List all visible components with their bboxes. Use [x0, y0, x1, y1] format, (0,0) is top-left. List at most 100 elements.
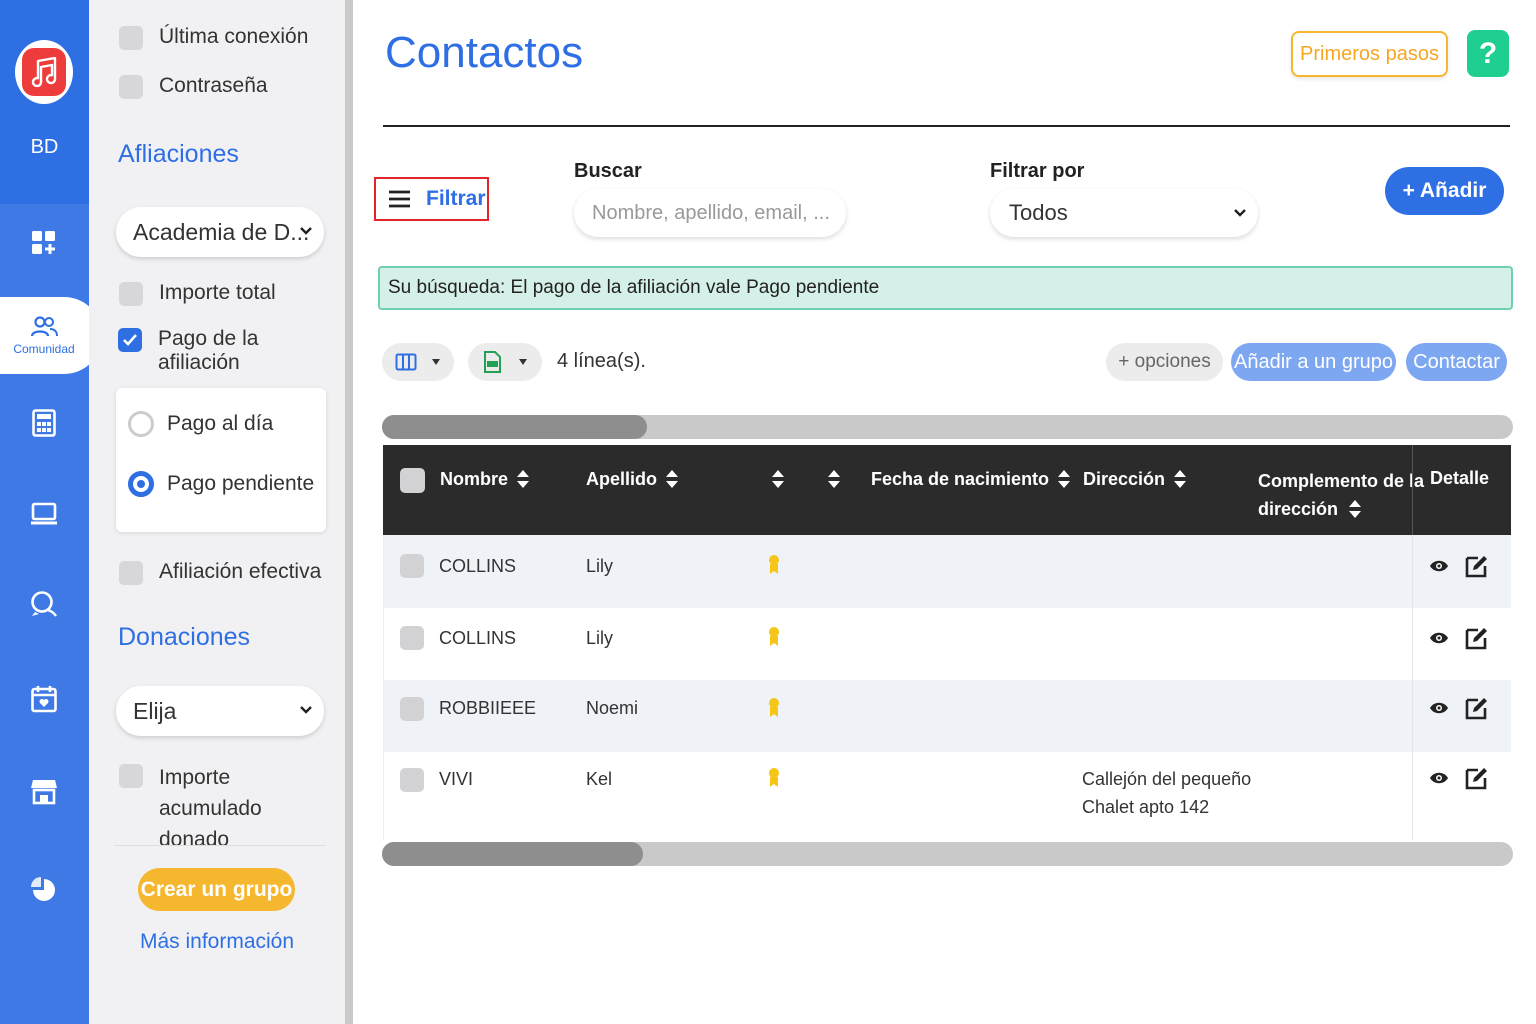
community-icon	[30, 315, 58, 336]
cell-direccion: Callejón del pequeño Chalet apto 142	[1082, 765, 1251, 821]
sort-icon	[666, 470, 678, 488]
header-divider	[383, 125, 1510, 127]
radio-pago-al-dia[interactable]: Pago al día	[128, 411, 273, 437]
crear-grupo-button[interactable]: Crear un grupo	[138, 868, 295, 911]
filtrar-label: Filtrar	[426, 187, 486, 210]
contactar-button[interactable]: Contactar	[1406, 343, 1507, 381]
pie-chart-icon[interactable]	[26, 872, 62, 908]
laptop-icon[interactable]	[26, 496, 62, 532]
cell-nombre: COLLINS	[439, 628, 517, 648]
table-row[interactable]: COLLINS Lily	[383, 535, 1511, 608]
checkbox-label: Pago de la afiliación	[158, 327, 259, 374]
row-actions	[1429, 626, 1489, 650]
header-nombre[interactable]: Nombre	[440, 468, 530, 490]
filter-contrasena[interactable]: Contraseña	[119, 74, 268, 99]
sort-icon	[772, 470, 784, 488]
row-checkbox[interactable]	[400, 697, 424, 721]
calculator-icon[interactable]	[26, 405, 62, 441]
header-sort-col3[interactable]	[763, 468, 785, 490]
search-summary: Su búsqueda: El pago de la afiliación va…	[378, 266, 1513, 310]
eye-icon[interactable]	[1429, 771, 1449, 785]
calendar-icon[interactable]	[26, 681, 62, 717]
anadir-grupo-button[interactable]: Añadir a un grupo	[1231, 343, 1396, 381]
main-content: Contactos Primeros pasos ? Filtrar Busca…	[353, 0, 1536, 1024]
filter-panel: Última conexión Contraseña Afliaciones A…	[89, 0, 345, 1024]
award-icon	[769, 555, 779, 574]
eye-icon[interactable]	[1429, 701, 1449, 715]
donaciones-select[interactable]: Elija	[116, 686, 324, 736]
chat-icon[interactable]	[26, 586, 62, 622]
table-row[interactable]: VIVI Kel Callejón del pequeño Chalet apt…	[383, 752, 1511, 840]
excel-file-icon	[484, 351, 501, 373]
table-row[interactable]: ROBBIIEEE Noemi	[383, 680, 1511, 752]
anadir-button[interactable]: + Añadir	[1385, 167, 1504, 215]
edit-icon[interactable]	[1465, 554, 1489, 578]
eye-icon[interactable]	[1429, 631, 1449, 645]
checkbox-label: Importe total	[159, 281, 276, 304]
edit-icon[interactable]	[1465, 766, 1489, 790]
checkbox-checked[interactable]	[118, 328, 142, 352]
checkbox[interactable]	[119, 282, 143, 306]
columns-menu[interactable]	[382, 343, 454, 381]
academia-select[interactable]: Academia de D...	[116, 207, 324, 257]
radio-button-selected[interactable]	[128, 471, 154, 497]
cell-apellido: Lily	[586, 628, 614, 648]
radio-button[interactable]	[128, 411, 154, 437]
export-menu[interactable]	[468, 343, 542, 381]
header-direccion[interactable]: Dirección	[1083, 468, 1187, 490]
afliaciones-title: Afliaciones	[118, 140, 239, 168]
header-fecha-nacimiento[interactable]: Fecha de nacimiento	[871, 468, 1071, 490]
header-detalle: Detalle	[1430, 468, 1489, 489]
filtrar-por-select[interactable]: Todos	[990, 189, 1258, 237]
select-value: Todos	[1009, 200, 1068, 225]
header-sort-col4[interactable]	[819, 468, 841, 490]
header-apellido[interactable]: Apellido	[586, 468, 679, 490]
columns-icon	[395, 353, 417, 371]
search-input[interactable]: Nombre, apellido, email, ...	[574, 189, 846, 237]
scroll-thumb[interactable]	[382, 842, 643, 866]
eye-icon[interactable]	[1429, 559, 1449, 573]
header-label: Nombre	[440, 468, 509, 489]
filter-importe-total[interactable]: Importe total	[119, 281, 276, 306]
filtrar-button[interactable]: Filtrar	[374, 177, 489, 221]
header-label: dirección	[1258, 499, 1339, 519]
checkbox-label: Afiliación efectiva	[159, 560, 322, 583]
scroll-thumb[interactable]	[382, 415, 647, 439]
table-row[interactable]: COLLINS Lily	[383, 608, 1511, 680]
opciones-button[interactable]: + opciones	[1106, 343, 1223, 381]
cell-apellido: Kel	[586, 769, 613, 789]
table-scrollbar-top[interactable]	[382, 415, 1513, 439]
edit-icon[interactable]	[1465, 696, 1489, 720]
row-actions	[1429, 696, 1489, 720]
checkbox[interactable]	[119, 26, 143, 50]
checkbox[interactable]	[119, 75, 143, 99]
cell-nombre: COLLINS	[439, 556, 517, 576]
payment-radio-group: Pago al día Pago pendiente	[116, 388, 326, 532]
primeros-pasos-button[interactable]: Primeros pasos	[1291, 31, 1448, 77]
help-button[interactable]: ?	[1467, 30, 1509, 77]
select-all-checkbox[interactable]	[400, 468, 425, 493]
panel-scrollbar[interactable]	[345, 0, 353, 1024]
checkbox[interactable]	[119, 764, 143, 788]
checkbox[interactable]	[119, 561, 143, 585]
row-checkbox[interactable]	[400, 554, 424, 578]
filter-pago-afiliacion[interactable]: Pago de la afiliación	[118, 327, 345, 375]
header-complemento[interactable]: Complemento de la dirección	[1258, 467, 1424, 523]
radio-pago-pendiente[interactable]: Pago pendiente	[128, 471, 314, 497]
store-icon[interactable]	[26, 773, 62, 809]
mas-informacion-link[interactable]: Más información	[89, 930, 345, 954]
dashboard-icon[interactable]	[26, 225, 62, 261]
edit-icon[interactable]	[1465, 626, 1489, 650]
page-title: Contactos	[385, 28, 584, 77]
cell-nombre: ROBBIIEEE	[439, 698, 537, 718]
app-logo[interactable]	[15, 40, 73, 104]
nav-item-comunidad[interactable]: Comunidad	[0, 297, 102, 374]
filter-importe-acumulado[interactable]: Importe acumulado donado	[119, 762, 329, 855]
filter-afiliacion-efectiva[interactable]: Afiliación efectiva	[119, 560, 321, 585]
main-nav: BD Comunidad	[0, 0, 102, 1024]
row-checkbox[interactable]	[400, 768, 424, 792]
filter-ultima-conexion[interactable]: Última conexión	[119, 25, 308, 50]
caret-down-icon	[432, 359, 440, 365]
table-scrollbar-bottom[interactable]	[382, 842, 1513, 866]
row-checkbox[interactable]	[400, 626, 424, 650]
